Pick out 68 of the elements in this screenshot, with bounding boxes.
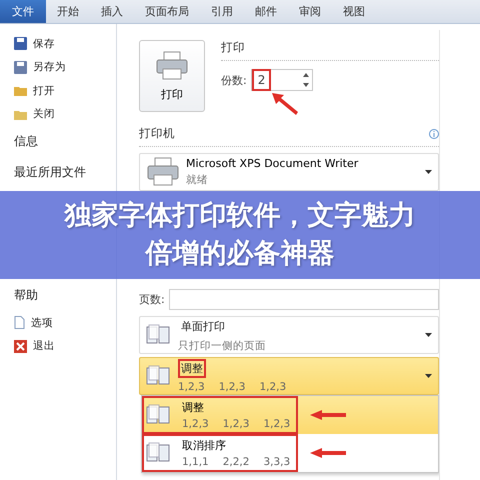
sidebar-item[interactable]: 保存 [0,32,116,56]
pages-icon [146,324,172,346]
ribbon-tab[interactable]: 文件 [0,0,46,23]
collation-order: 1,2,3 [222,418,250,430]
sides-title: 单面打印 [180,319,226,335]
folder-icon [14,85,27,96]
ribbon-tab[interactable]: 视图 [332,0,376,23]
banner-title: 独家字体打印软件，文字魅力 [64,199,416,233]
pointer-arrow [272,93,298,115]
collation-order: 1,2,3 [263,418,290,430]
sidebar-item[interactable]: 关闭 [0,102,116,126]
collation-dropdown[interactable]: 调整 1,2,3 1,2,3 1,2,3 [139,357,439,395]
close-icon [14,340,27,353]
sidebar-item[interactable]: 选项 [0,311,116,334]
document-icon [14,316,25,330]
ribbon-tab[interactable]: 审阅 [288,0,332,23]
pages-field[interactable] [168,289,439,310]
copies-spinner[interactable]: 2 [250,69,313,91]
sidebar-item[interactable]: 另存为 [0,56,116,79]
printer-dropdown[interactable]: Microsoft XPS Document Writer 就绪 [139,153,439,191]
ribbon-tab[interactable]: 引用 [200,0,244,23]
pages-icon [146,404,172,426]
printer-icon [155,50,189,80]
collation-order: 3,3,3 [263,456,290,468]
pages-label: 页数: [139,292,165,307]
caret-icon [425,333,432,337]
collation-title: 调整 [178,359,206,378]
ribbon-tab[interactable]: 页面布局 [134,0,200,23]
ribbon-tab[interactable]: 插入 [90,0,134,23]
sidebar-item[interactable]: 打开 [0,79,116,102]
collation-option[interactable]: 调整 1,2,3 1,2,3 1,2,3 [142,396,438,434]
spinner-arrows-icon[interactable] [302,73,309,87]
caret-icon [425,374,432,378]
copies-value: 2 [252,69,272,91]
collation-order: 1,2,3 [259,381,286,393]
sides-subtitle: 只打印一侧的页面 [178,339,267,353]
save-icon [14,60,27,74]
collation-order: 2,2,2 [222,456,250,468]
pointer-arrow [310,448,346,458]
info-icon[interactable] [429,128,439,138]
print-button[interactable]: 打印 [139,40,205,112]
collation-order: 1,2,3 [218,381,246,393]
sidebar-item[interactable]: 信息 [0,126,116,157]
ribbon-tab[interactable]: 开始 [46,0,90,23]
pages-icon [146,365,172,387]
collation-order: 1,2,3 [182,418,209,430]
section-heading: 打印机 [139,126,175,141]
section-heading: 打印 [221,40,245,55]
ribbon-tab[interactable]: 邮件 [244,0,288,23]
collation-order: 1,1,1 [182,456,209,468]
pages-icon [146,442,172,464]
option-title: 调整 [182,400,205,415]
printer-name: Microsoft XPS Document Writer [186,157,360,170]
sides-dropdown[interactable]: 单面打印 只打印一侧的页面 [139,316,439,354]
sidebar-item[interactable]: 最近所用文件 [0,157,116,188]
banner-title: 倍增的必备神器 [146,237,334,271]
pointer-arrow [310,410,346,420]
collation-option[interactable]: 取消排序 1,1,1 2,2,2 3,3,3 [142,434,438,472]
copies-label: 份数: [221,72,247,88]
collation-order: 1,2,3 [178,381,205,393]
caret-icon [425,170,432,174]
printer-status: 就绪 [186,173,209,187]
folder-icon [14,108,27,120]
option-title: 取消排序 [182,438,227,453]
save-icon [14,37,27,50]
printer-icon [146,157,180,187]
sidebar-item[interactable]: 退出 [0,334,116,358]
sidebar-item[interactable]: 帮助 [0,280,116,311]
